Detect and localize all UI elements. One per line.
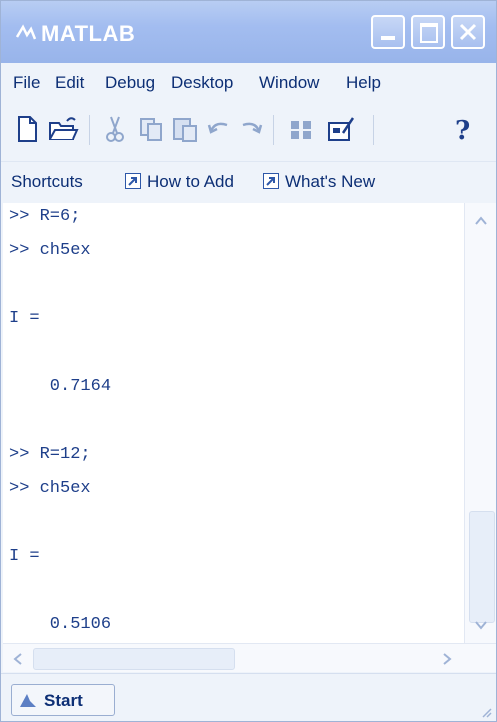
vertical-scrollbar[interactable] (464, 203, 496, 643)
menu-window[interactable]: Window (259, 73, 319, 93)
window-title: MATLAB (41, 21, 136, 46)
shortcuts-bar: Shortcuts How to Add What's New (1, 161, 496, 202)
title-bar[interactable]: MATLAB (1, 1, 496, 63)
paste-icon[interactable] (169, 113, 201, 145)
new-file-icon[interactable] (11, 113, 43, 145)
svg-text:?: ? (455, 116, 470, 145)
simulink-icon[interactable] (285, 113, 317, 145)
command-output: I = (9, 309, 40, 328)
command-line: >> R=6; (9, 207, 81, 226)
resize-grip-icon[interactable] (480, 706, 492, 718)
scroll-up-icon[interactable] (471, 211, 491, 231)
command-output: I = (9, 547, 40, 566)
vertical-scroll-thumb[interactable] (469, 511, 495, 623)
command-output: 0.7164 (9, 377, 112, 396)
help-icon[interactable]: ? (447, 113, 479, 145)
cut-icon[interactable] (99, 113, 131, 145)
minimize-button[interactable] (371, 15, 405, 49)
shortcut-whats-new[interactable]: What's New (285, 172, 375, 192)
undo-icon[interactable] (203, 113, 235, 145)
close-icon (459, 23, 477, 41)
copy-icon[interactable] (135, 113, 167, 145)
command-window[interactable]: >> R=6; >> ch5ex I = 0.7164 >> R=12; >> … (3, 203, 464, 643)
scroll-left-icon[interactable] (9, 650, 27, 668)
shortcut-icon (125, 173, 141, 189)
shortcut-icon (263, 173, 279, 189)
command-output: 0.5106 (9, 615, 112, 634)
matlab-start-icon (20, 694, 36, 707)
horizontal-scroll-thumb[interactable] (33, 648, 235, 670)
open-folder-icon[interactable] (47, 113, 79, 145)
command-line: >> ch5ex (9, 241, 91, 260)
menu-help[interactable]: Help (346, 73, 381, 93)
matlab-logo-icon (15, 24, 37, 40)
scroll-down-icon[interactable] (471, 615, 491, 635)
shortcut-how-to-add[interactable]: How to Add (147, 172, 234, 192)
maximize-button[interactable] (411, 15, 445, 49)
menu-bar: File Edit Debug Desktop Window Help (1, 63, 496, 105)
command-line: >> ch5ex (9, 479, 91, 498)
scroll-right-icon[interactable] (438, 650, 456, 668)
redo-icon[interactable] (235, 113, 267, 145)
toolbar-separator (373, 115, 374, 145)
matlab-window: MATLAB File Edit Debug Desktop Window He… (0, 0, 497, 722)
close-button[interactable] (451, 15, 485, 49)
toolbar-separator (273, 115, 274, 145)
guide-icon[interactable] (325, 113, 357, 145)
start-label: Start (44, 691, 83, 710)
toolbar: ? (1, 105, 496, 155)
shortcuts-label[interactable]: Shortcuts (11, 172, 83, 192)
status-bar: Start (1, 673, 496, 721)
menu-file[interactable]: File (13, 73, 40, 93)
horizontal-scrollbar[interactable] (3, 643, 496, 672)
menu-edit[interactable]: Edit (55, 73, 84, 93)
start-button[interactable]: Start (11, 684, 115, 716)
toolbar-separator (89, 115, 90, 145)
menu-debug[interactable]: Debug (105, 73, 155, 93)
menu-desktop[interactable]: Desktop (171, 73, 233, 93)
command-line: >> R=12; (9, 445, 91, 464)
